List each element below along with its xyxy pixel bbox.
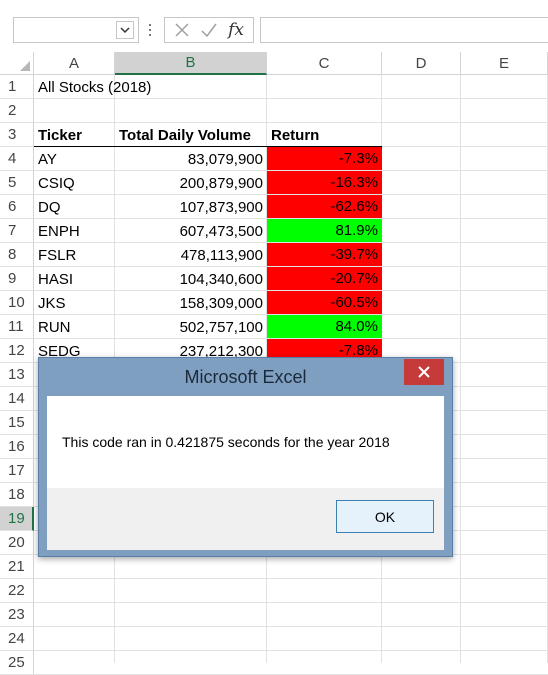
row-header-9[interactable]: 9 [0,267,34,291]
column-header-d[interactable]: D [382,52,461,75]
ticker-cell[interactable]: DQ [34,195,115,219]
message-dialog: Microsoft Excel This code ran in 0.42187… [38,357,453,557]
ticker-cell[interactable]: RUN [34,315,115,339]
row-header-24[interactable]: 24 [0,627,34,651]
column-header-a[interactable]: A [34,52,115,75]
dialog-title: Microsoft Excel [184,366,307,387]
select-all-button[interactable] [0,52,34,75]
row-header-3[interactable]: 3 [0,123,34,147]
gridline [34,650,548,651]
row-header-25[interactable]: 25 [0,651,34,675]
row-header-17[interactable]: 17 [0,459,34,483]
row-header-23[interactable]: 23 [0,603,34,627]
row-header-15[interactable]: 15 [0,411,34,435]
row-header-22[interactable]: 22 [0,579,34,603]
gridline [34,602,548,603]
formula-bar-resize-handle[interactable] [147,19,153,41]
insert-function-button[interactable]: fx [228,20,244,40]
column-header-b[interactable]: B [115,52,267,75]
row-header-16[interactable]: 16 [0,435,34,459]
dialog-message: This code ran in 0.421875 seconds for th… [62,434,390,450]
volume-cell[interactable]: 104,340,600 [115,267,267,291]
row-header-12[interactable]: 12 [0,339,34,363]
volume-cell[interactable]: 200,879,900 [115,171,267,195]
gridline [34,626,548,627]
return-cell[interactable]: -62.6% [267,195,382,219]
row-header-2[interactable]: 2 [0,99,34,123]
chevron-down-icon [120,26,130,33]
row-header-19[interactable]: 19 [0,507,34,531]
row-header-13[interactable]: 13 [0,363,34,387]
ticker-cell[interactable]: ENPH [34,219,115,243]
row-header-7[interactable]: 7 [0,219,34,243]
ticker-cell[interactable]: JKS [34,291,115,315]
gridline [34,578,548,579]
return-cell[interactable]: 81.9% [267,219,382,243]
ticker-cell[interactable]: CSIQ [34,171,115,195]
ticker-cell[interactable]: AY [34,147,115,171]
return-cell[interactable]: -7.3% [267,147,382,171]
row-header-10[interactable]: 10 [0,291,34,315]
row-header-14[interactable]: 14 [0,387,34,411]
return-cell[interactable]: -16.3% [267,171,382,195]
ticker-cell[interactable]: HASI [34,267,115,291]
return-cell[interactable]: -39.7% [267,243,382,267]
row-header-5[interactable]: 5 [0,171,34,195]
row-header-4[interactable]: 4 [0,147,34,171]
name-box[interactable] [13,17,139,43]
return-cell[interactable]: -20.7% [267,267,382,291]
column-header-e[interactable]: E [461,52,548,75]
volume-cell[interactable]: 478,113,900 [115,243,267,267]
cancel-icon[interactable] [174,22,190,38]
close-icon [418,366,430,378]
return-cell[interactable]: -60.5% [267,291,382,315]
row-header-18[interactable]: 18 [0,483,34,507]
header-return[interactable]: Return [267,123,382,147]
formula-input[interactable] [260,17,548,43]
column-header-c[interactable]: C [267,52,382,75]
check-icon[interactable] [200,22,218,38]
volume-cell[interactable]: 158,309,000 [115,291,267,315]
header-ticker[interactable]: Ticker [34,123,115,147]
name-box-dropdown-button[interactable] [116,21,134,39]
volume-cell[interactable]: 83,079,900 [115,147,267,171]
row-header-6[interactable]: 6 [0,195,34,219]
row-header-1[interactable]: 1 [0,75,34,99]
volume-cell[interactable]: 502,757,100 [115,315,267,339]
dialog-close-button[interactable] [404,359,444,385]
formula-buttons: fx [164,17,254,43]
volume-cell[interactable]: 107,873,900 [115,195,267,219]
formula-bar: fx [0,0,548,52]
row-header-8[interactable]: 8 [0,243,34,267]
row-header-20[interactable]: 20 [0,531,34,555]
row-header-21[interactable]: 21 [0,555,34,579]
dialog-footer: OK [47,488,444,550]
ok-button[interactable]: OK [336,500,434,533]
dialog-body: This code ran in 0.421875 seconds for th… [47,396,444,550]
ticker-cell[interactable]: FSLR [34,243,115,267]
row-header-11[interactable]: 11 [0,315,34,339]
gridline [460,75,461,663]
volume-cell[interactable]: 607,473,500 [115,219,267,243]
header-total-daily-volume[interactable]: Total Daily Volume [115,123,267,147]
cell-a1-title[interactable]: All Stocks (2018) [34,75,274,99]
return-cell[interactable]: 84.0% [267,315,382,339]
